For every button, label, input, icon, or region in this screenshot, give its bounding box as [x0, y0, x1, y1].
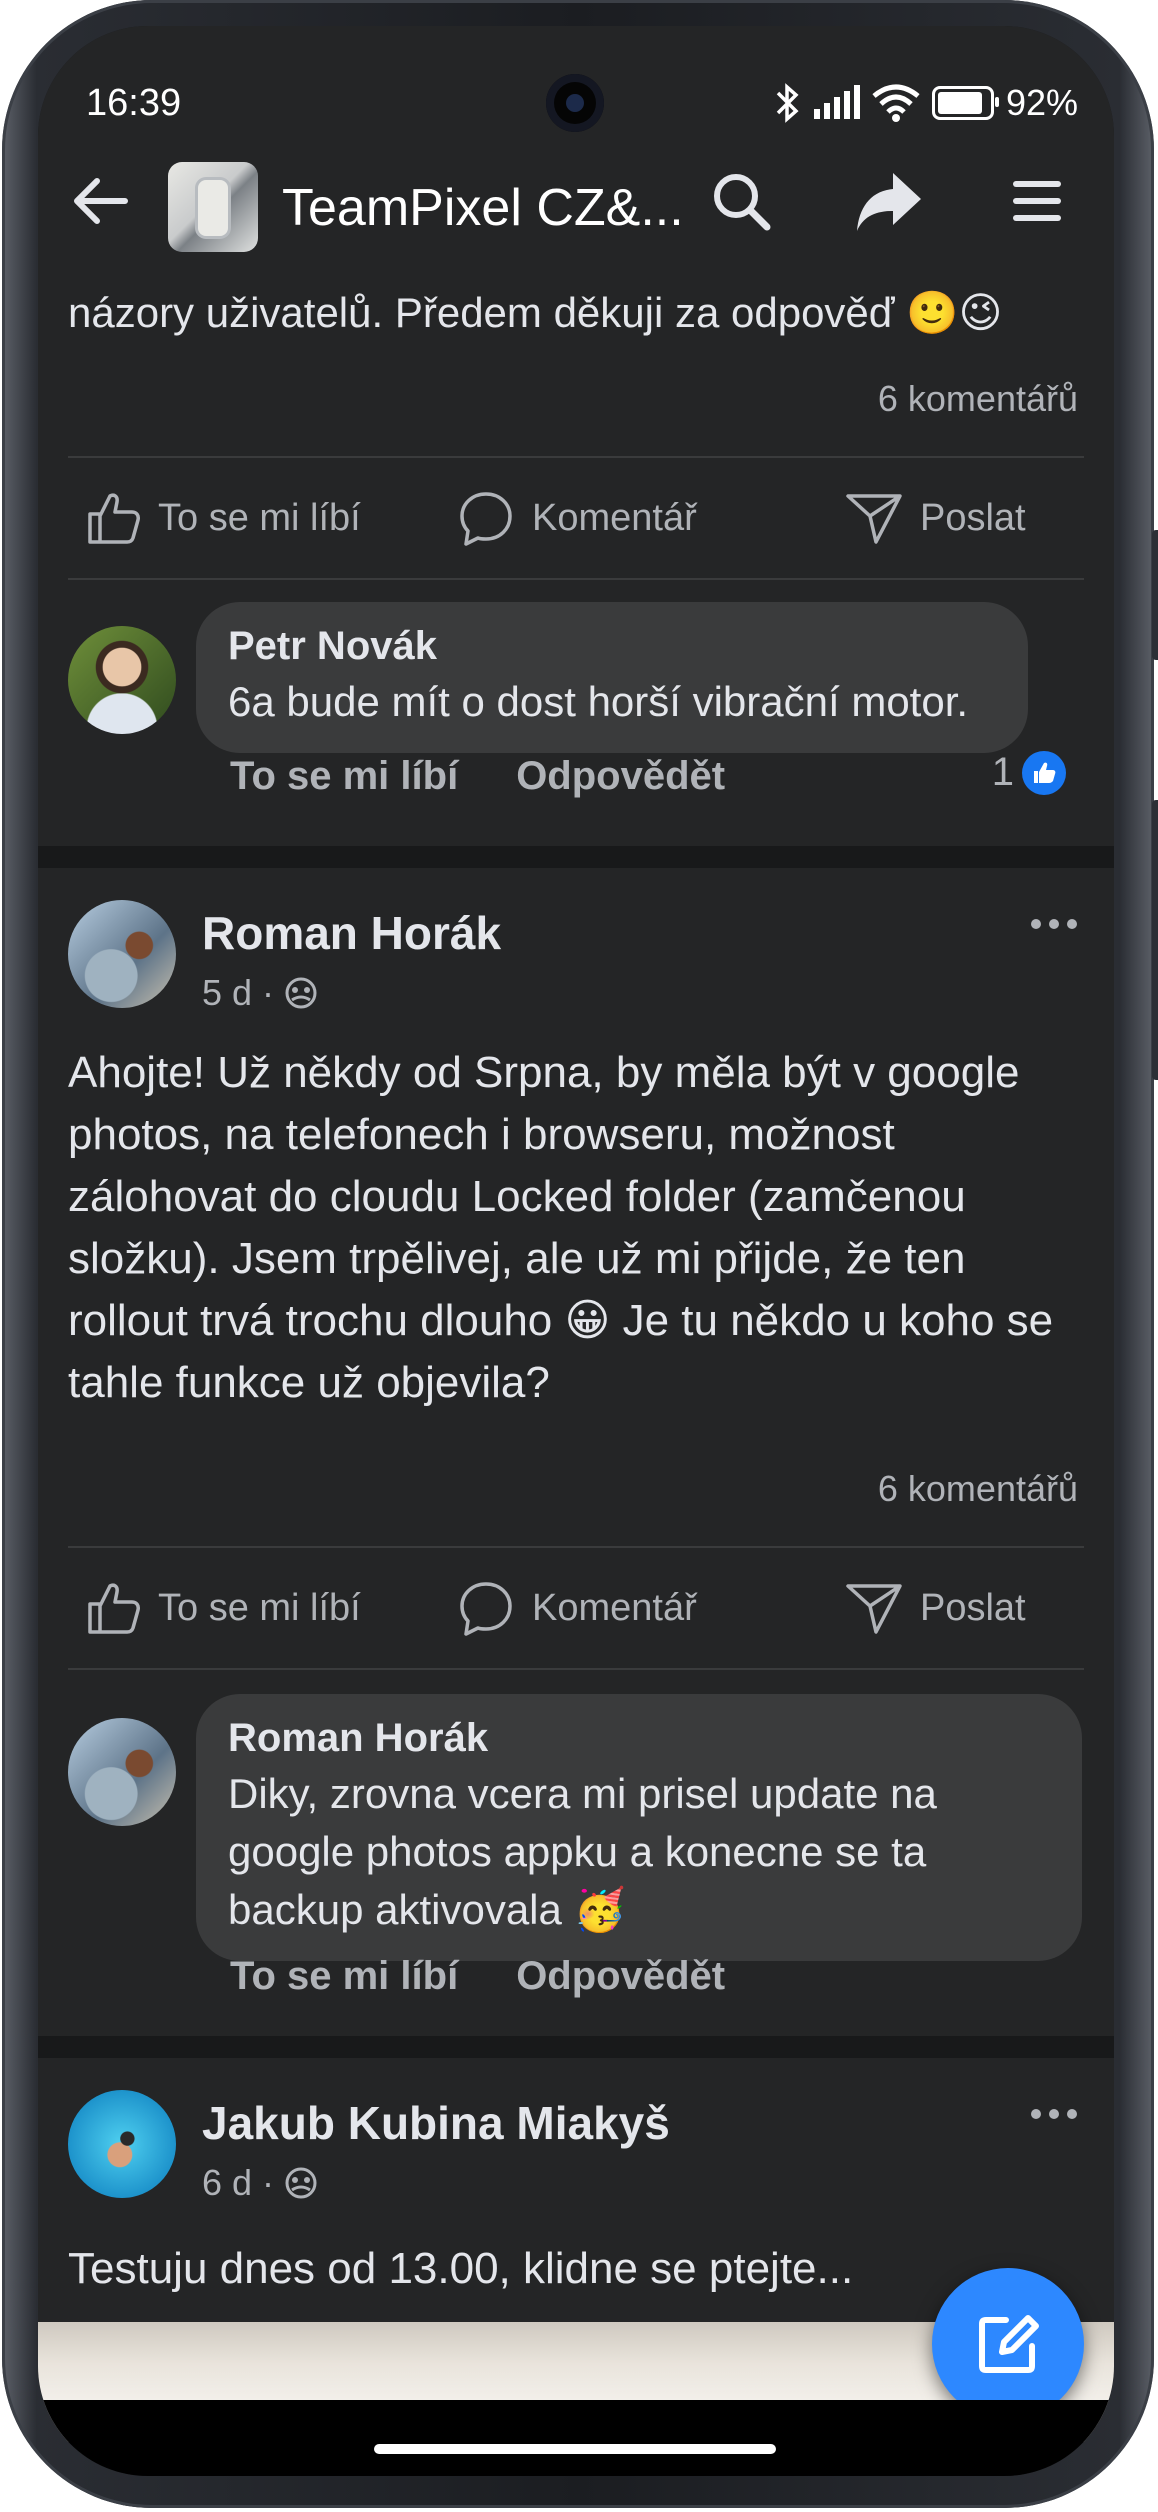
bottom-bezel [38, 2400, 1114, 2476]
avatar[interactable] [68, 1718, 176, 1826]
comment-meta: To se mi líbí Odpovědět [230, 754, 725, 799]
send-icon [846, 1584, 902, 1634]
search-icon[interactable] [706, 166, 776, 236]
send-button[interactable]: Poslat [844, 1578, 1026, 1638]
divider [68, 578, 1084, 580]
post-author[interactable]: Roman Horák [202, 906, 501, 960]
like-button[interactable]: To se mi líbí [82, 1578, 361, 1638]
wifi-icon [872, 84, 920, 122]
status-time: 16:39 [86, 82, 182, 124]
like-label: To se mi líbí [158, 496, 361, 539]
volume-button [1152, 530, 1158, 660]
battery-percent: 92% [1005, 82, 1078, 123]
comment-text: Diky, zrovna vcera mi prisel update na g… [228, 1770, 937, 1933]
compose-post-button[interactable] [932, 2268, 1084, 2420]
comment-bubble[interactable]: Roman Horák Diky, zrovna vcera mi prisel… [196, 1694, 1082, 1961]
send-label: Poslat [920, 496, 1026, 539]
thumbs-up-icon [88, 1583, 140, 1634]
post-meta: 6 d · [202, 2162, 318, 2204]
phone-frame: 16:39 92% TeamPixel CZ&... názory uživat… [2, 0, 1158, 2508]
meta-separator: · [262, 972, 275, 1013]
like-label: To se mi líbí [158, 1586, 361, 1629]
edit-icon [979, 2315, 1039, 2373]
post-card: Roman Horák 5 d · Ahojte! Už někdy od Sr… [38, 868, 1114, 2036]
bluetooth-icon [776, 83, 799, 123]
signal-icon [813, 85, 860, 119]
feed: názory uživatelů. Předem děkuji za odpov… [38, 266, 1114, 2476]
post-time[interactable]: 5 d [202, 972, 252, 1014]
comment-reply-link[interactable]: Odpovědět [516, 1954, 725, 1999]
send-icon [846, 494, 902, 544]
send-label: Poslat [920, 1586, 1026, 1629]
send-button[interactable]: Poslat [844, 488, 1026, 548]
comments-count[interactable]: 6 komentářů [878, 378, 1078, 420]
divider [68, 1668, 1084, 1670]
comment-author[interactable]: Roman Horák [228, 1716, 1050, 1761]
comment-icon [460, 1582, 512, 1636]
comment-bubble[interactable]: Petr Novák 6a bude mít o dost horší vibr… [196, 602, 1028, 753]
comments-count[interactable]: 6 komentářů [878, 1468, 1078, 1510]
post-meta: 5 d · [202, 972, 318, 1014]
comment-label: Komentář [532, 1586, 697, 1629]
comment-reply-link[interactable]: Odpovědět [516, 754, 725, 799]
home-indicator[interactable] [374, 2444, 776, 2454]
like-button[interactable]: To se mi líbí [82, 488, 361, 548]
post-actions: To se mi líbí Komentář Poslat [38, 1548, 1114, 1668]
comment-button[interactable]: Komentář [456, 1578, 697, 1638]
post-body: Testuju dnes od 13.00, klidne se ptejte.… [68, 2244, 854, 2293]
comment-like-link[interactable]: To se mi líbí [230, 1954, 458, 1999]
group-members-icon [285, 977, 317, 1009]
more-options-icon[interactable] [1024, 914, 1084, 934]
post-card: názory uživatelů. Předem děkuji za odpov… [38, 266, 1114, 846]
power-button [1152, 800, 1158, 1080]
share-icon[interactable] [854, 166, 924, 236]
battery-icon [931, 86, 999, 120]
front-camera [546, 74, 604, 132]
status-icons: 92% [774, 82, 1078, 124]
post-time[interactable]: 6 d [202, 2162, 252, 2204]
meta-separator: · [262, 2162, 275, 2203]
group-title[interactable]: TeamPixel CZ&... [282, 178, 684, 238]
comment-text: 6a bude mít o dost horší vibrační motor. [228, 678, 969, 725]
post-author[interactable]: Jakub Kubina Miakyš [202, 2096, 670, 2150]
comment-like-link[interactable]: To se mi líbí [230, 754, 458, 799]
avatar[interactable] [68, 626, 176, 734]
menu-icon[interactable] [1002, 166, 1072, 236]
post-actions: To se mi líbí Komentář Poslat [38, 458, 1114, 578]
comment-button[interactable]: Komentář [456, 488, 697, 548]
thumbs-up-icon [88, 493, 140, 544]
more-options-icon[interactable] [1024, 2104, 1084, 2124]
back-arrow-icon[interactable] [66, 166, 136, 236]
comment-meta: To se mi líbí Odpovědět [230, 1954, 725, 1999]
battery-level-fill [937, 92, 983, 114]
group-avatar[interactable] [168, 162, 258, 252]
group-members-icon [285, 2167, 317, 2199]
post-separator [38, 846, 1114, 868]
reaction-number: 1 [991, 750, 1014, 794]
screen: 16:39 92% TeamPixel CZ&... názory uživat… [38, 26, 1114, 2476]
status-bar: 16:39 92% [38, 26, 1114, 136]
like-badge-icon [1022, 750, 1066, 795]
avatar[interactable] [68, 900, 176, 1008]
comment-icon [460, 492, 512, 546]
avatar[interactable] [68, 2090, 176, 2198]
post-text-fragment: názory uživatelů. Předem děkuji za odpov… [68, 289, 1003, 336]
post-body: Ahojte! Už někdy od Srpna, by měla být v… [68, 1048, 1054, 1407]
comment-author[interactable]: Petr Novák [228, 624, 996, 669]
post-separator [38, 2036, 1114, 2058]
reaction-count[interactable]: 1 [992, 750, 1066, 795]
comment-label: Komentář [532, 496, 697, 539]
